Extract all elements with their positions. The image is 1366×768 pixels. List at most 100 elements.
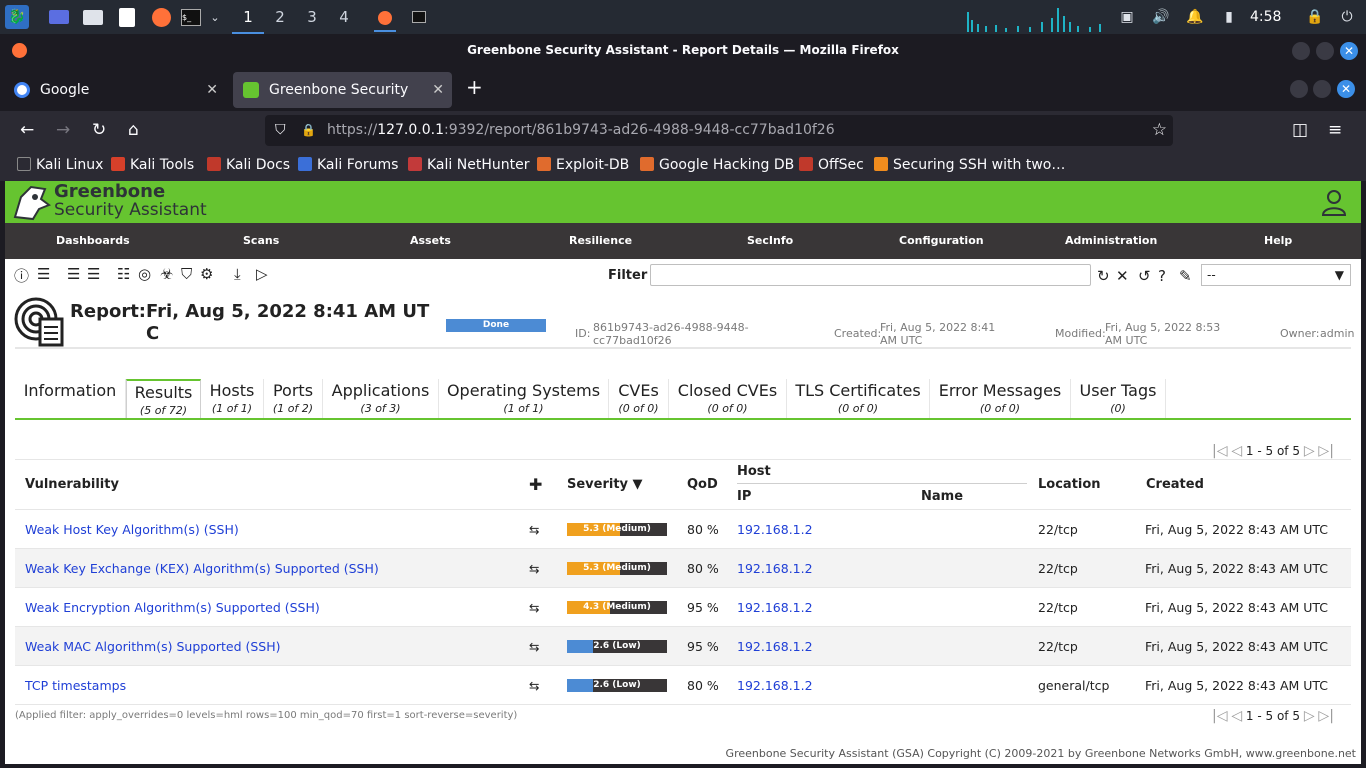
filter-select[interactable]: -- ▼ <box>1201 264 1351 286</box>
hamburger-menu-icon[interactable]: ≡ <box>1328 120 1342 140</box>
close-window-button[interactable]: ✕ <box>1340 42 1358 60</box>
host-ip-link[interactable]: 192.168.1.2 <box>737 678 813 693</box>
shield-icon[interactable]: ⛉ <box>181 265 192 283</box>
vulnerability-link[interactable]: Weak Host Key Algorithm(s) (SSH) <box>25 522 239 537</box>
tab-user-tags[interactable]: User Tags (0) <box>1071 379 1166 419</box>
first-page-icon[interactable]: |◁ <box>1212 443 1227 459</box>
previous-page-icon[interactable]: ◁ <box>1231 443 1242 459</box>
col-created[interactable]: Created <box>1145 460 1351 510</box>
bookmark-kali-linux[interactable]: Kali Linux <box>17 157 103 173</box>
tls-certificate-icon[interactable]: ⚙ <box>200 265 213 283</box>
tab-information[interactable]: Information <box>15 379 126 419</box>
menu-help[interactable]: Help <box>1264 223 1292 259</box>
lock-icon[interactable]: 🔒 <box>301 115 316 146</box>
back-icon[interactable]: ← <box>20 120 34 140</box>
kali-menu-icon[interactable]: 🐉 <box>5 5 29 29</box>
tab-closed-cves[interactable]: Closed CVEs (0 of 0) <box>669 379 787 419</box>
volume-icon[interactable]: 🔊 <box>1150 6 1172 28</box>
tab-greenbone[interactable]: Greenbone Security Assist ✕ <box>233 72 452 134</box>
menu-secinfo[interactable]: SecInfo <box>747 223 793 259</box>
menu-assets[interactable]: Assets <box>410 223 451 259</box>
first-page-icon[interactable]: |◁ <box>1212 708 1227 724</box>
clear-filter-icon[interactable]: ✕ <box>1116 267 1129 285</box>
bookmark-kali-docs[interactable]: Kali Docs <box>207 157 290 173</box>
tasks-list-icon[interactable]: ☰ <box>67 265 80 283</box>
battery-icon[interactable]: ▮ <box>1218 6 1240 28</box>
start-icon[interactable]: ▷ <box>256 265 268 283</box>
user-profile-icon[interactable] <box>1321 189 1347 217</box>
greenbone-logo-icon[interactable] <box>11 183 51 221</box>
col-location[interactable]: Location <box>1027 460 1145 510</box>
col-severity[interactable]: Severity ▼ <box>567 460 687 510</box>
power-icon[interactable]: ⏻ <box>1336 6 1358 28</box>
bookmark-kali-tools[interactable]: Kali Tools <box>111 157 194 173</box>
col-name[interactable]: Name <box>921 484 1027 510</box>
chevron-down-icon[interactable]: ⌄ <box>204 6 226 28</box>
col-ip[interactable]: IP <box>737 484 921 510</box>
col-solution-type[interactable]: ✚ <box>529 460 567 510</box>
menu-administration[interactable]: Administration <box>1065 223 1157 259</box>
tab-hosts[interactable]: Hosts (1 of 1) <box>201 379 264 419</box>
vulnerability-link[interactable]: Weak MAC Algorithm(s) Supported (SSH) <box>25 639 281 654</box>
reset-filter-icon[interactable]: ↺ <box>1138 267 1151 285</box>
overrides-icon[interactable]: ◎ <box>138 265 151 283</box>
col-vulnerability[interactable]: Vulnerability <box>15 460 529 510</box>
tab-google[interactable]: Google ✕ <box>4 72 226 108</box>
download-icon[interactable]: ⤓ <box>234 265 241 283</box>
shield-icon[interactable]: ⛉ <box>275 115 286 146</box>
next-page-icon[interactable]: ▷ <box>1304 443 1315 459</box>
previous-page-icon[interactable]: ◁ <box>1231 708 1242 724</box>
vulnerabilities-icon[interactable]: ☷ <box>117 265 130 283</box>
workspace-3[interactable]: 3 <box>296 0 328 34</box>
url-bar[interactable]: ⛉ 🔒 https://127.0.0.1:9392/report/861b97… <box>265 115 1173 146</box>
tab-operating-systems[interactable]: Operating Systems (1 of 1) <box>439 379 609 419</box>
vulnerability-link[interactable]: Weak Key Exchange (KEX) Algorithm(s) Sup… <box>25 561 379 576</box>
tab-results[interactable]: Results (5 of 72) <box>126 379 201 419</box>
biohazard-icon[interactable]: ☣ <box>160 265 173 283</box>
editor-icon[interactable] <box>116 6 138 28</box>
workspace-1[interactable]: 1 <box>232 0 264 34</box>
notification-bell-icon[interactable]: 🔔 <box>1184 6 1206 28</box>
files-icon[interactable] <box>82 6 104 28</box>
bookmark-securing-ssh[interactable]: Securing SSH with two… <box>874 157 1065 173</box>
vulnerability-link[interactable]: Weak Encryption Algorithm(s) Supported (… <box>25 600 320 615</box>
menu-resilience[interactable]: Resilience <box>569 223 632 259</box>
bookmark-kali-forums[interactable]: Kali Forums <box>298 157 398 173</box>
minimize-button[interactable] <box>1290 80 1308 98</box>
last-page-icon[interactable]: ▷| <box>1318 708 1333 724</box>
terminal-icon[interactable]: $_ <box>180 6 202 28</box>
bookmark-google-hacking-db[interactable]: Google Hacking DB <box>640 157 794 173</box>
firefox-task-icon[interactable] <box>374 6 396 32</box>
bookmark-exploit-db[interactable]: Exploit-DB <box>537 157 629 173</box>
home-icon[interactable]: ⌂ <box>128 120 139 140</box>
minimize-button[interactable] <box>1292 42 1310 60</box>
last-page-icon[interactable]: ▷| <box>1318 443 1333 459</box>
clipboard-icon[interactable]: ▣ <box>1116 6 1138 28</box>
firefox-icon[interactable] <box>150 6 172 28</box>
filter-help-icon[interactable]: ? <box>1158 267 1166 285</box>
pocket-icon[interactable]: ◫ <box>1292 120 1308 140</box>
edit-filter-icon[interactable]: ✎ <box>1179 267 1192 285</box>
help-icon[interactable]: ⓘ <box>14 265 29 286</box>
col-qod[interactable]: QoD <box>687 460 737 510</box>
menu-dashboards[interactable]: Dashboards <box>56 223 130 259</box>
forward-icon[interactable]: → <box>56 120 70 140</box>
maximize-button[interactable] <box>1316 42 1334 60</box>
workspace-4[interactable]: 4 <box>328 0 360 34</box>
menu-configuration[interactable]: Configuration <box>899 223 984 259</box>
host-ip-link[interactable]: 192.168.1.2 <box>737 561 813 576</box>
host-ip-link[interactable]: 192.168.1.2 <box>737 600 813 615</box>
tab-applications[interactable]: Applications (3 of 3) <box>323 379 439 419</box>
bookmark-offsec[interactable]: OffSec <box>799 157 864 173</box>
close-icon[interactable]: ✕ <box>206 72 218 108</box>
host-ip-link[interactable]: 192.168.1.2 <box>737 522 813 537</box>
list-icon[interactable]: ☰ <box>37 265 50 283</box>
tab-ports[interactable]: Ports (1 of 2) <box>264 379 323 419</box>
close-icon[interactable]: ✕ <box>432 72 444 108</box>
maximize-button[interactable] <box>1313 80 1331 98</box>
tab-cves[interactable]: CVEs (0 of 0) <box>609 379 669 419</box>
lock-icon[interactable]: 🔒 <box>1304 6 1326 28</box>
menu-scans[interactable]: Scans <box>243 223 279 259</box>
bookmark-kali-nethunter[interactable]: Kali NetHunter <box>408 157 529 173</box>
terminal-task-icon[interactable] <box>408 6 430 28</box>
